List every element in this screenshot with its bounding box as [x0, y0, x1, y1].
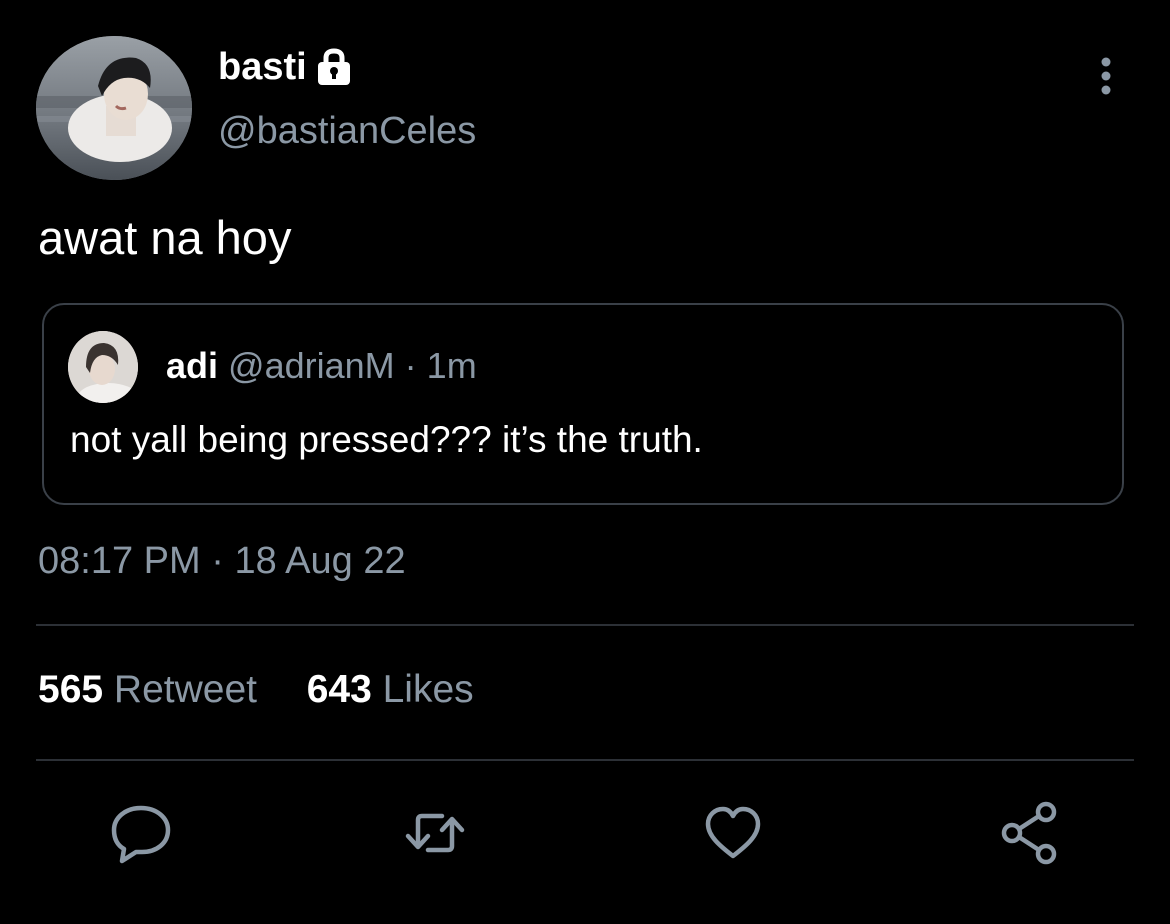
tweet-time: 08:17 PM	[38, 540, 201, 582]
tweet-timestamp: 08:17 PM · 18 Aug 22	[38, 540, 406, 583]
like-icon[interactable]	[700, 800, 766, 866]
retweets-label: Retweet	[113, 668, 257, 711]
author-display-name[interactable]: basti	[218, 46, 307, 89]
more-options-icon[interactable]	[1094, 56, 1118, 96]
author-handle[interactable]: @bastianCeles	[218, 110, 476, 153]
timestamp-separator: ·	[211, 540, 224, 582]
quoted-author-avatar[interactable]	[68, 331, 138, 403]
avatar-image	[36, 36, 192, 180]
divider-top	[36, 624, 1134, 626]
retweets-stat[interactable]: 565 Retweet	[38, 668, 268, 711]
retweet-icon[interactable]	[402, 800, 468, 866]
tweet-text: awat na hoy	[38, 211, 292, 264]
share-icon[interactable]	[998, 800, 1064, 866]
quoted-author-name[interactable]: adi	[166, 345, 218, 386]
likes-label: Likes	[382, 668, 474, 711]
reply-icon[interactable]	[108, 800, 174, 866]
likes-count: 643	[306, 668, 372, 711]
likes-stat[interactable]: 643 Likes	[307, 668, 474, 711]
quoted-avatar-image	[68, 331, 138, 403]
quoted-timestamp: 1m	[426, 345, 477, 386]
lock-icon	[315, 47, 353, 87]
engagement-stats: 565 Retweet 643 Likes	[38, 668, 474, 712]
quoted-author-handle[interactable]: @adrianM	[228, 345, 395, 386]
quoted-separator: ·	[404, 345, 417, 386]
retweets-count: 565	[38, 668, 104, 711]
quoted-tweet[interactable]: adi @adrianM · 1m not yall being pressed…	[42, 303, 1124, 505]
author-avatar[interactable]	[36, 36, 192, 180]
tweet-date: 18 Aug 22	[234, 540, 406, 582]
quoted-tweet-header: adi @adrianM · 1m	[166, 345, 477, 387]
author-name-row: basti	[218, 42, 353, 92]
divider-bottom	[36, 759, 1134, 761]
quoted-tweet-text: not yall being pressed??? it’s the truth…	[70, 419, 703, 460]
